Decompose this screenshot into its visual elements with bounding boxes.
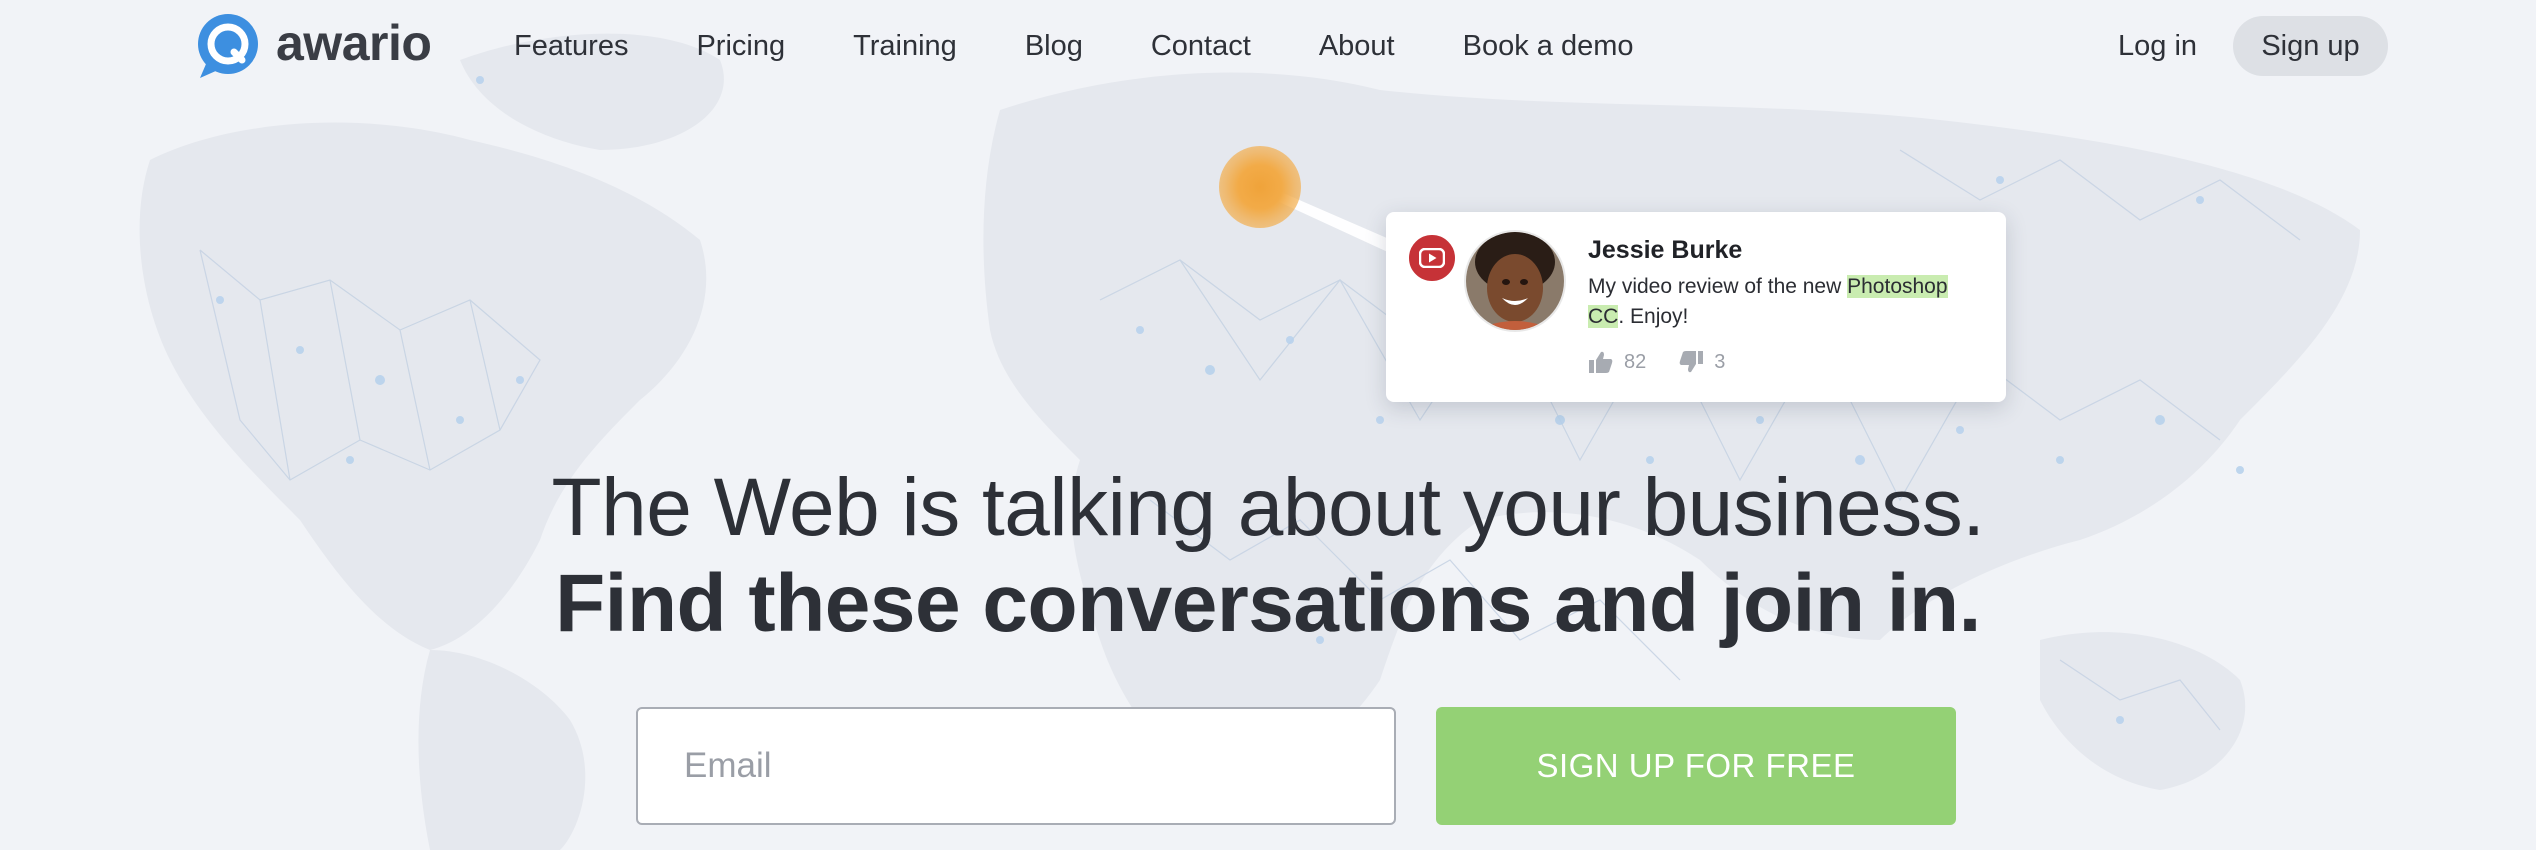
mention-text-start: My video review of the new	[1588, 275, 1848, 298]
thumbs-down-icon	[1679, 351, 1704, 373]
mention-text-end: . Enjoy!	[1618, 305, 1689, 328]
signup-for-free-button[interactable]: SIGN UP FOR FREE	[1436, 707, 1956, 825]
youtube-icon	[1406, 232, 1458, 284]
nav-book-a-demo[interactable]: Book a demo	[1463, 30, 1634, 63]
mention-reactions: 82 3	[1588, 350, 1757, 374]
likes-count: 82	[1624, 350, 1647, 373]
location-pin	[1219, 146, 1301, 228]
mention-author[interactable]: Jessie Burke	[1588, 236, 1742, 265]
main-nav: Features Pricing Training Blog Contact A…	[514, 0, 1634, 92]
nav-features[interactable]: Features	[514, 30, 628, 63]
hero-subtitle: Find these conversations and join in.	[555, 558, 1981, 649]
nav-training[interactable]: Training	[853, 30, 957, 63]
dislikes-count: 3	[1714, 350, 1726, 373]
hero-title: The Web is talking about your business.	[551, 462, 1986, 553]
nav-pricing[interactable]: Pricing	[696, 30, 785, 63]
signup-button[interactable]: Sign up	[2233, 16, 2388, 76]
nav-about[interactable]: About	[1319, 30, 1395, 63]
mention-text: My video review of the new Photoshop CC.…	[1588, 272, 1988, 332]
awario-logo-icon	[198, 14, 258, 78]
login-link[interactable]: Log in	[2118, 25, 2197, 67]
awario-logo[interactable]: awario	[194, 12, 432, 80]
likes: 82	[1588, 350, 1646, 374]
nav-contact[interactable]: Contact	[1151, 30, 1251, 63]
nav-blog[interactable]: Blog	[1025, 30, 1083, 63]
thumbs-up-icon	[1589, 351, 1613, 373]
hero-headline: The Web is talking about your business. …	[0, 458, 2536, 650]
mention-card: Jessie Burke My video review of the new …	[1386, 212, 2006, 402]
email-input[interactable]	[636, 707, 1396, 825]
top-navigation-bar: awario Features Pricing Training Blog Co…	[0, 0, 2536, 92]
dislikes: 3	[1678, 350, 1725, 374]
logo-wordmark: awario	[276, 15, 432, 71]
avatar	[1466, 232, 1564, 330]
